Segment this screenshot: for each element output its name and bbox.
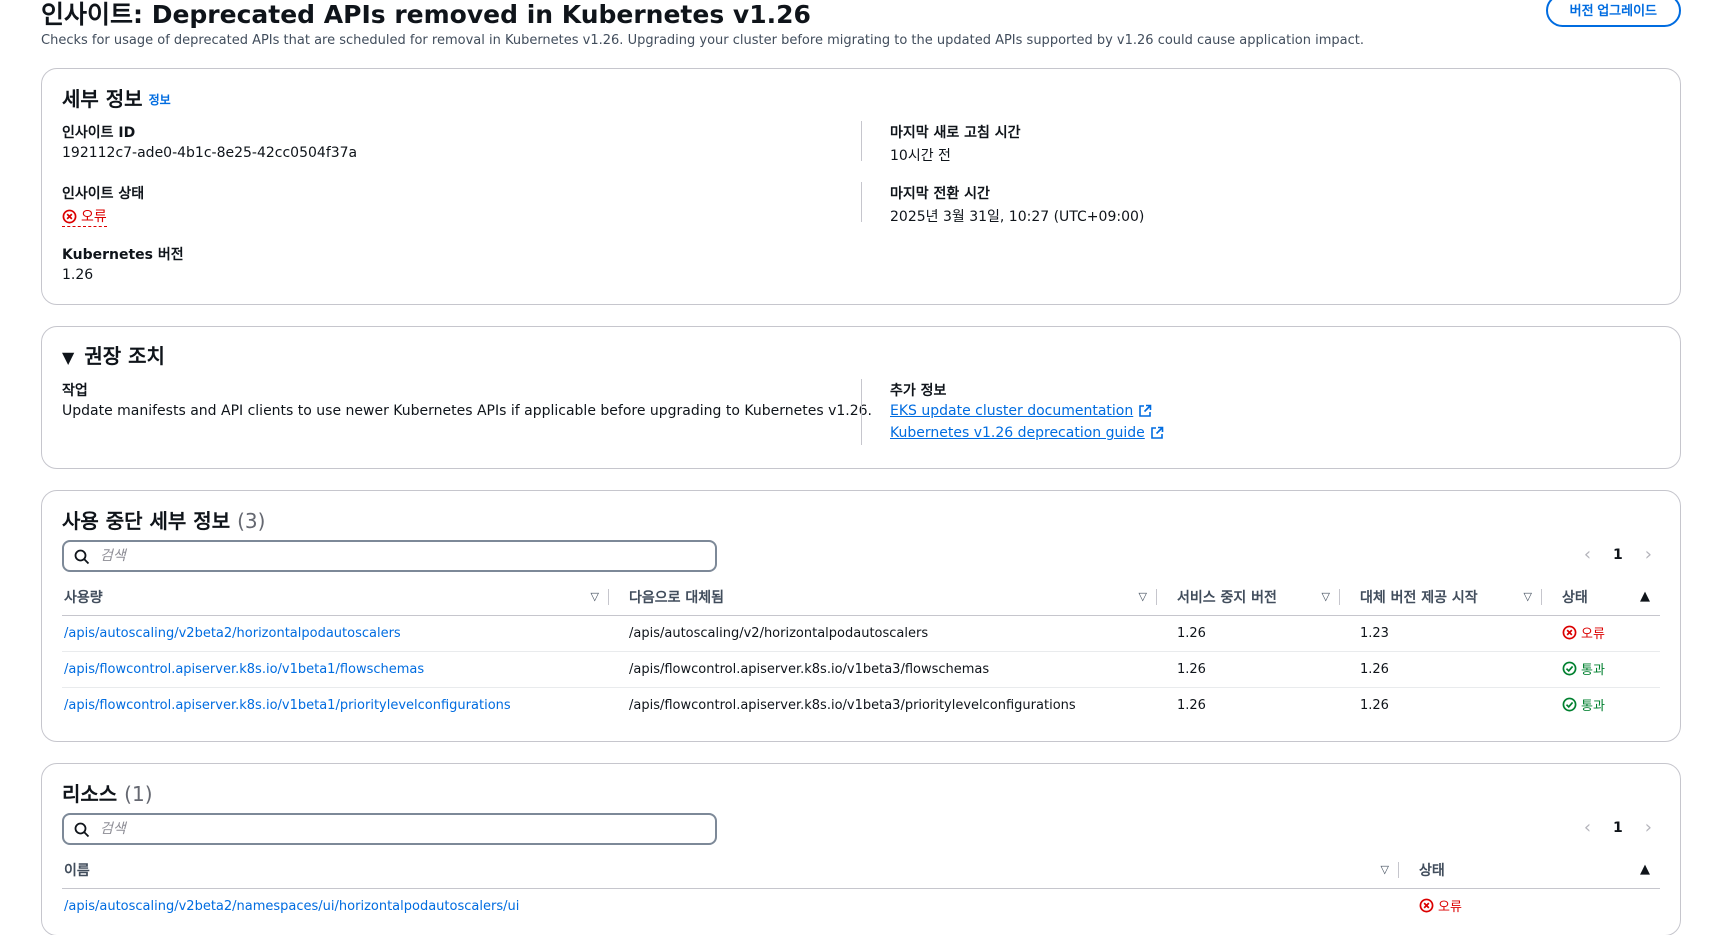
column-header-name[interactable]: 이름 ▽ bbox=[62, 852, 1399, 889]
info-link[interactable]: 정보 bbox=[149, 93, 171, 107]
deprecations-table: 사용량 ▽ 다음으로 대체됨 ▽ 서비스 중지 버전 ▽ 대체 버전 제공 시작 ▽ 상… bbox=[62, 579, 1660, 723]
status-badge: 통과 bbox=[1562, 659, 1605, 678]
recommendation-panel: ▼ 권장 조치 작업 Update manifests and API clien… bbox=[41, 326, 1681, 469]
chevron-left-icon[interactable]: ‹ bbox=[1584, 544, 1591, 565]
sort-icon[interactable]: ▽ bbox=[1322, 590, 1330, 603]
resources-panel: 리소스 (1) ‹ 1 › 이름▽ 상태▲ /apis/autoscaling/… bbox=[41, 763, 1681, 935]
sort-icon[interactable]: ▽ bbox=[1524, 590, 1532, 603]
insight-status-badge[interactable]: 오류 bbox=[62, 206, 107, 227]
column-header-replaced-by[interactable]: 다음으로 대체됨 ▽ bbox=[609, 579, 1157, 616]
deprecations-pagination: ‹ 1 › bbox=[1584, 544, 1652, 565]
table-row: /apis/autoscaling/v2beta2/namespaces/ui/… bbox=[62, 888, 1660, 924]
page-title: 인사이트: Deprecated APIs removed in Kuberne… bbox=[41, 0, 811, 29]
chevron-left-icon[interactable]: ‹ bbox=[1584, 817, 1591, 838]
page-header: 인사이트: Deprecated APIs removed in Kuberne… bbox=[41, 0, 1681, 56]
upgrade-version-button[interactable]: 버전 업그레이드 bbox=[1545, 0, 1681, 27]
column-header-status[interactable]: 상태 ▲ bbox=[1399, 852, 1660, 889]
table-row: /apis/flowcontrol.apiserver.k8s.io/v1bet… bbox=[62, 651, 1660, 688]
external-link-icon bbox=[1139, 404, 1152, 417]
deprecations-search[interactable] bbox=[62, 540, 717, 572]
more-info-field: 추가 정보 EKS update cluster documentation K… bbox=[890, 380, 1164, 441]
status-badge: 오류 bbox=[1419, 896, 1462, 915]
search-icon bbox=[74, 549, 90, 565]
table-row: /apis/flowcontrol.apiserver.k8s.io/v1bet… bbox=[62, 687, 1660, 723]
deprecations-search-input[interactable] bbox=[100, 546, 700, 566]
insight-status-field: 인사이트 상태 오류 bbox=[62, 186, 145, 227]
column-header-start-version[interactable]: 대체 버전 제공 시작 ▽ bbox=[1340, 579, 1542, 616]
sort-ascending-icon[interactable]: ▲ bbox=[1640, 862, 1650, 877]
resources-search-input[interactable] bbox=[100, 819, 700, 839]
divider bbox=[861, 182, 862, 222]
sort-icon[interactable]: ▽ bbox=[1381, 863, 1389, 876]
last-transition-field: 마지막 전환 시간 2025년 3월 31일, 10:27 (UTC+09:00… bbox=[890, 186, 1145, 225]
page-number[interactable]: 1 bbox=[1613, 547, 1623, 563]
divider bbox=[861, 379, 862, 445]
sort-icon[interactable]: ▽ bbox=[591, 590, 599, 603]
page-number[interactable]: 1 bbox=[1613, 820, 1623, 836]
details-title: 세부 정보 정보 bbox=[62, 87, 171, 111]
resources-title: 리소스 (1) bbox=[62, 782, 153, 806]
k8s-version-field: Kubernetes 버전 1.26 bbox=[62, 247, 184, 283]
usage-link[interactable]: /apis/autoscaling/v2beta2/horizontalpoda… bbox=[64, 626, 401, 641]
success-icon bbox=[1562, 697, 1577, 712]
status-badge: 오류 bbox=[1562, 623, 1605, 642]
page-description: Checks for usage of deprecated APIs that… bbox=[41, 33, 1364, 48]
resource-link[interactable]: /apis/autoscaling/v2beta2/namespaces/ui/… bbox=[64, 899, 519, 914]
error-icon bbox=[1419, 898, 1434, 913]
external-link-icon bbox=[1150, 426, 1164, 439]
chevron-right-icon[interactable]: › bbox=[1645, 544, 1652, 565]
task-field: 작업 Update manifests and API clients to u… bbox=[62, 383, 872, 419]
insight-id-field: 인사이트 ID 192112c7-ade0-4b1c-8e25-42cc0504… bbox=[62, 125, 358, 161]
resources-table: 이름 ▽ 상태 ▲ /apis/autoscaling/v2beta2/namesp… bbox=[62, 852, 1660, 924]
resources-search[interactable] bbox=[62, 813, 717, 845]
search-icon bbox=[74, 822, 90, 838]
k8s-deprecation-guide-link[interactable]: Kubernetes v1.26 deprecation guide bbox=[890, 425, 1164, 441]
error-icon bbox=[1562, 625, 1577, 639]
usage-link[interactable]: /apis/flowcontrol.apiserver.k8s.io/v1bet… bbox=[64, 698, 511, 713]
column-header-status[interactable]: 상태 ▲ bbox=[1542, 579, 1660, 616]
resources-pagination: ‹ 1 › bbox=[1584, 817, 1652, 838]
table-row: /apis/autoscaling/v2beta2/horizontalpoda… bbox=[62, 615, 1660, 652]
sort-icon[interactable]: ▽ bbox=[1139, 590, 1147, 603]
column-header-stop-version[interactable]: 서비스 중지 버전 ▽ bbox=[1157, 579, 1340, 616]
chevron-right-icon[interactable]: › bbox=[1645, 817, 1652, 838]
status-badge: 통과 bbox=[1562, 695, 1605, 714]
recommendation-toggle[interactable]: ▼ 권장 조치 bbox=[62, 340, 165, 369]
deprecations-title: 사용 중단 세부 정보 (3) bbox=[62, 509, 266, 533]
insight-id-value: 192112c7-ade0-4b1c-8e25-42cc0504f37a bbox=[62, 145, 358, 161]
eks-docs-link[interactable]: EKS update cluster documentation bbox=[890, 403, 1152, 419]
usage-link[interactable]: /apis/flowcontrol.apiserver.k8s.io/v1bet… bbox=[64, 662, 424, 677]
sort-ascending-icon[interactable]: ▲ bbox=[1640, 589, 1650, 604]
divider bbox=[861, 121, 862, 161]
caret-down-icon: ▼ bbox=[62, 348, 75, 367]
error-icon bbox=[62, 209, 77, 223]
column-header-usage[interactable]: 사용량 ▽ bbox=[62, 579, 609, 616]
last-refresh-field: 마지막 새로 고침 시간 10시간 전 bbox=[890, 125, 1021, 164]
deprecations-panel: 사용 중단 세부 정보 (3) ‹ 1 › 사용량▽ 다음으로 대체됨▽ 서비스… bbox=[41, 490, 1681, 742]
success-icon bbox=[1562, 661, 1577, 675]
details-panel: 세부 정보 정보 인사이트 ID 192112c7-ade0-4b1c-8e25-… bbox=[41, 68, 1681, 305]
